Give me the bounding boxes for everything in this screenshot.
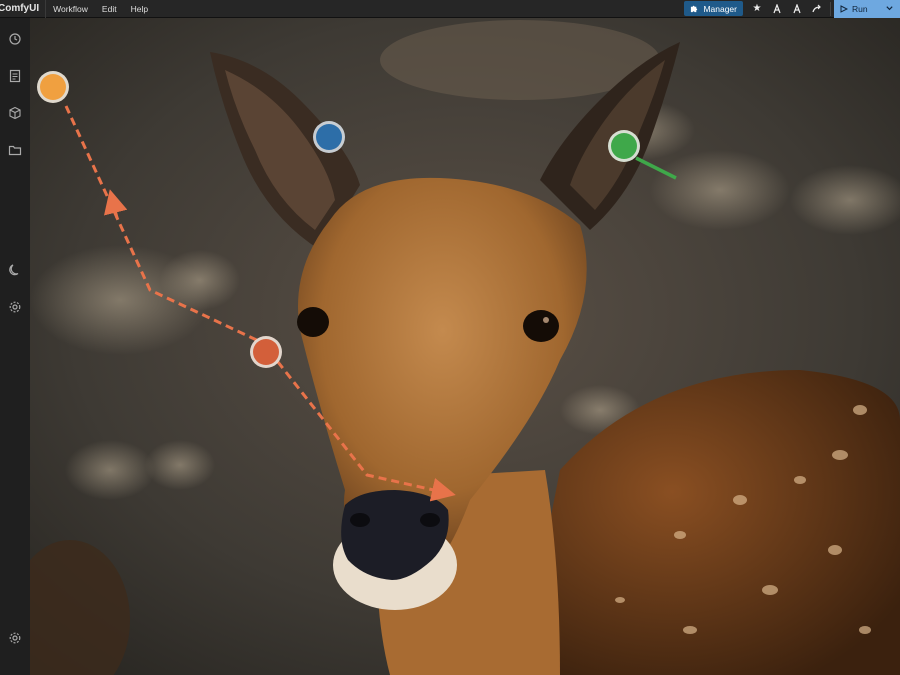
run-label: Run xyxy=(852,3,868,14)
toolbar-divider xyxy=(830,1,831,16)
history-icon[interactable] xyxy=(4,28,26,50)
control-point-red[interactable] xyxy=(250,336,282,368)
menu-workflow[interactable]: Workflow xyxy=(46,4,95,14)
play-icon xyxy=(840,4,848,13)
toolbar-actions: Manager ★ Run xyxy=(684,0,900,18)
canvas-viewport[interactable] xyxy=(30,18,900,675)
menu-edit[interactable]: Edit xyxy=(95,4,124,14)
puzzle-icon xyxy=(691,5,698,13)
chevron-down-icon[interactable] xyxy=(885,4,894,13)
left-sidebar xyxy=(0,18,31,675)
manager-label: Manager xyxy=(703,3,737,14)
cube-icon[interactable] xyxy=(4,102,26,124)
menu-help[interactable]: Help xyxy=(124,4,155,14)
folder-icon[interactable] xyxy=(4,139,26,161)
star-icon[interactable]: ★ xyxy=(747,0,767,18)
gear-icon[interactable] xyxy=(4,296,26,318)
menu-bar: Workflow Edit Help xyxy=(46,0,155,18)
queue-icon[interactable] xyxy=(767,0,787,18)
run-button[interactable]: Run xyxy=(834,0,900,18)
manager-button[interactable]: Manager xyxy=(684,1,743,16)
model-icon[interactable] xyxy=(787,0,807,18)
top-toolbar: ComfyUI Workflow Edit Help Manager ★ Run xyxy=(0,0,900,18)
deer-image xyxy=(30,18,900,675)
control-point-blue[interactable] xyxy=(313,121,345,153)
control-point-orange[interactable] xyxy=(37,71,69,103)
settings-icon[interactable] xyxy=(4,627,26,649)
moon-icon[interactable] xyxy=(4,259,26,281)
document-icon[interactable] xyxy=(4,65,26,87)
share-icon[interactable] xyxy=(807,0,827,18)
app-title: ComfyUI xyxy=(0,0,47,18)
